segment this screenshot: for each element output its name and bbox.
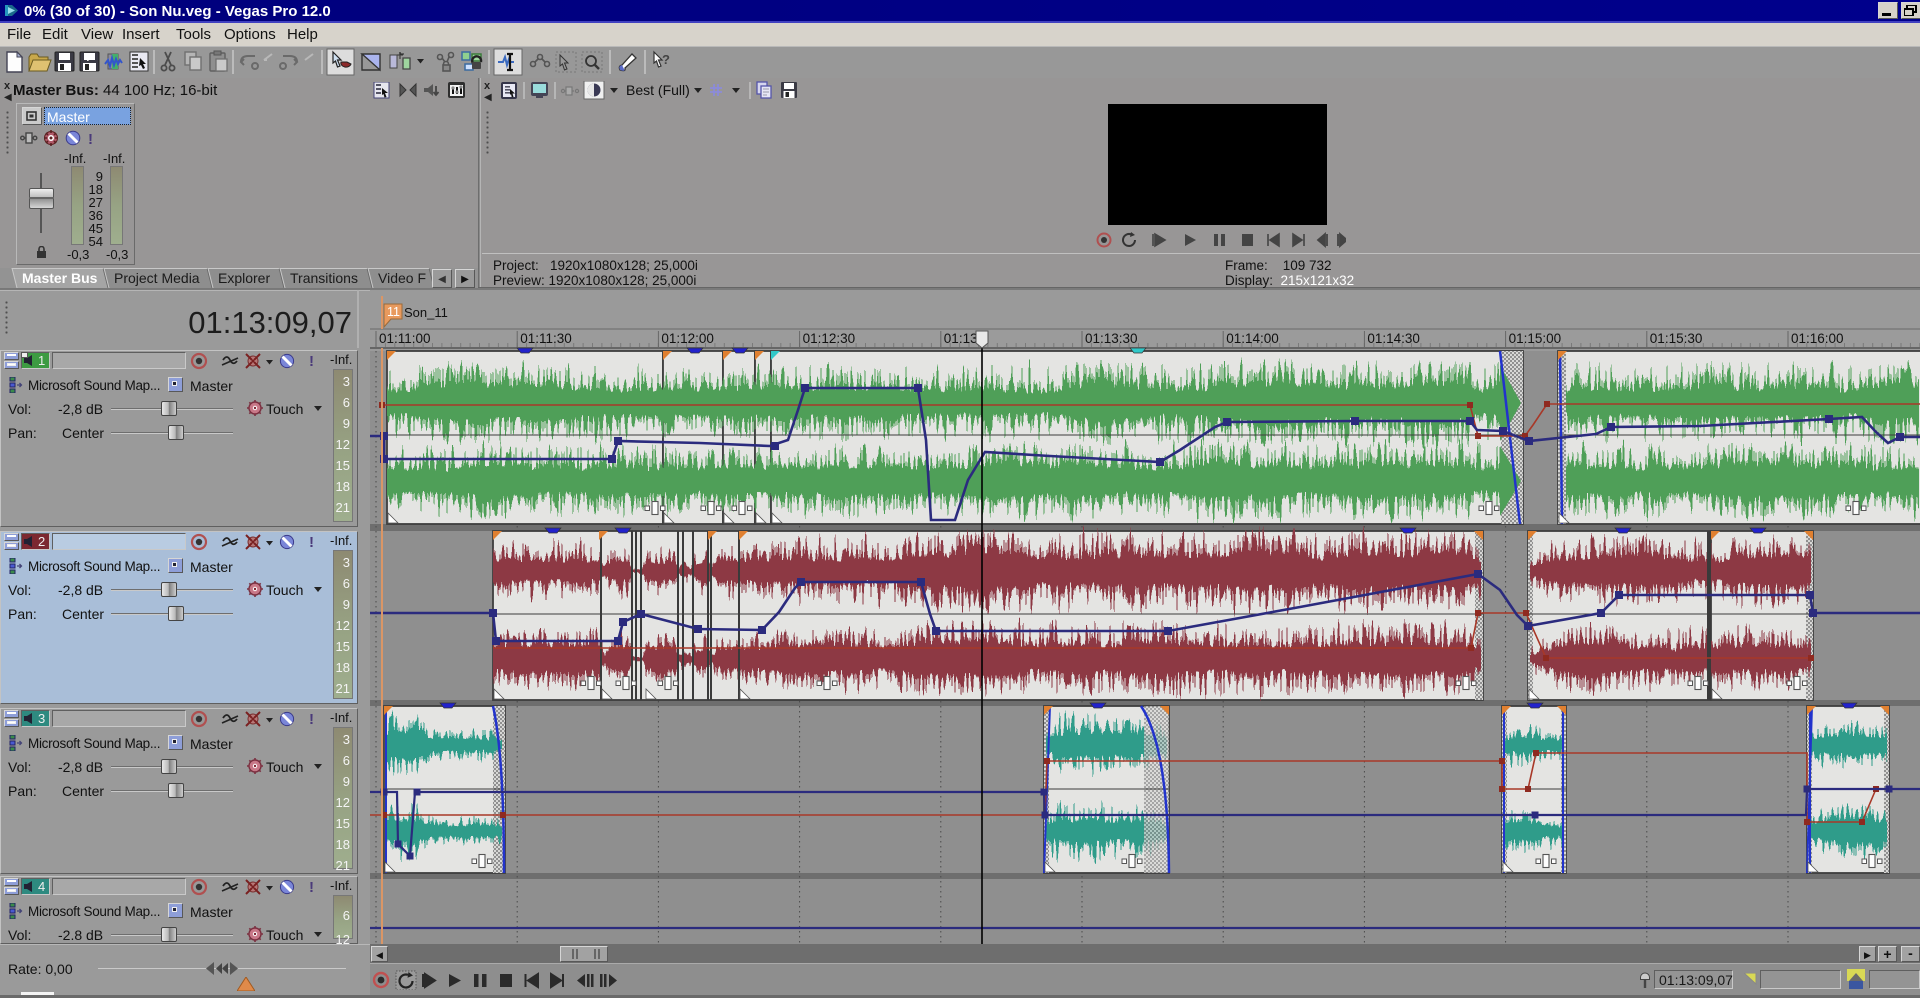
svg-text:?: ? — [662, 52, 670, 67]
svg-text:!: ! — [309, 353, 314, 370]
svg-text:!: ! — [309, 711, 314, 728]
svg-text:01:15:30: 01:15:30 — [1650, 331, 1703, 346]
svg-text:!: ! — [309, 879, 314, 896]
svg-text:01:16:00: 01:16:00 — [1791, 331, 1844, 346]
svg-text:01:14:00: 01:14:00 — [1226, 331, 1279, 346]
svg-text:01:12:30: 01:12:30 — [803, 331, 856, 346]
svg-text:01:11:00: 01:11:00 — [379, 331, 431, 346]
svg-text:01:11:30: 01:11:30 — [520, 331, 572, 346]
svg-text:Son_11: Son_11 — [404, 305, 448, 320]
svg-text:11: 11 — [387, 305, 400, 319]
svg-text:Best (Full): Best (Full) — [626, 82, 690, 98]
svg-text:01:14:30: 01:14:30 — [1367, 331, 1420, 346]
svg-text:01:13:30: 01:13:30 — [1085, 331, 1138, 346]
svg-text:01:12:00: 01:12:00 — [661, 331, 714, 346]
svg-text:?: ? — [85, 53, 91, 64]
svg-text:!: ! — [88, 131, 93, 146]
svg-text:01:15:00: 01:15:00 — [1509, 331, 1562, 346]
svg-text:!: ! — [309, 534, 314, 551]
